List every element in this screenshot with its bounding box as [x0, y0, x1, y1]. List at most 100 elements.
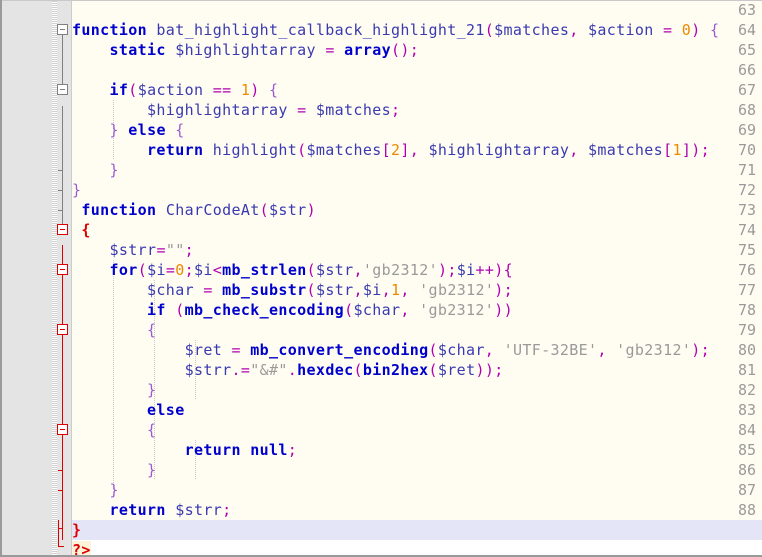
code-line-69[interactable]: } else {	[72, 120, 762, 140]
token-brace: {	[701, 21, 720, 39]
token-keyword: for	[110, 261, 138, 279]
code-line-82[interactable]: }	[72, 380, 762, 400]
token-punctuation: (	[307, 281, 316, 299]
code-line-64[interactable]: function bat_highlight_callback_highligh…	[72, 20, 762, 40]
editor-top-border	[2, 0, 762, 1]
token-punctuation: )	[691, 21, 700, 39]
token-variable: $matches	[307, 141, 382, 159]
fold-toggle-line-79[interactable]	[57, 324, 68, 335]
token-punctuation: (	[485, 21, 494, 39]
fold-line-active	[58, 520, 59, 547]
token-punctuation: =	[297, 101, 306, 119]
token-text	[72, 281, 147, 299]
code-line-74[interactable]: {	[72, 220, 762, 240]
token-punctuation: (	[353, 361, 362, 379]
code-line-66[interactable]	[72, 60, 762, 80]
token-punctuation: ==	[213, 81, 232, 99]
token-punctuation: );	[691, 341, 710, 359]
token-variable: $highlightarray	[419, 141, 569, 159]
token-text	[72, 301, 147, 319]
token-variable: $ret	[185, 341, 232, 359]
token-punctuation: (	[429, 341, 438, 359]
token-punctuation: (	[175, 301, 184, 319]
code-line-65[interactable]: static $highlightarray = array();	[72, 40, 762, 60]
token-brace: }	[110, 161, 119, 179]
code-line-73[interactable]: function CharCodeAt($str)	[72, 200, 762, 220]
token-function: mb_substr	[213, 281, 307, 299]
code-line-89[interactable]: }	[72, 520, 762, 540]
token-punctuation: =	[663, 21, 672, 39]
token-punctuation: ,	[485, 341, 494, 359]
token-variable: $ret	[438, 361, 476, 379]
fold-end-tick	[58, 470, 63, 471]
token-variable: $matches	[307, 101, 391, 119]
code-line-80[interactable]: $ret = mb_convert_encoding($char, 'UTF-3…	[72, 340, 762, 360]
token-brace: }	[147, 461, 156, 479]
code-line-88[interactable]: return $strr;	[72, 500, 762, 520]
token-variable: $highlightarray	[147, 101, 297, 119]
code-line-68[interactable]: $highlightarray = $matches;	[72, 100, 762, 120]
fold-toggle-line-67[interactable]	[57, 84, 68, 95]
fold-toggle-line-84[interactable]	[57, 424, 68, 435]
fold-end-tick	[58, 490, 63, 491]
fold-end-tick	[58, 170, 63, 171]
token-number: 1	[672, 141, 681, 159]
token-keyword: static	[110, 41, 166, 59]
token-variable: $str	[316, 281, 354, 299]
code-line-79[interactable]: {	[72, 320, 762, 340]
token-function: bin2hex	[363, 361, 429, 379]
code-line-83[interactable]: else	[72, 400, 762, 420]
code-line-70[interactable]: return highlight($matches[2], $highlight…	[72, 140, 762, 160]
fold-toggle-line-64[interactable]	[57, 24, 68, 35]
code-line-85[interactable]: return null;	[72, 440, 762, 460]
token-matched-brace: }	[72, 521, 81, 539]
token-variable: $i	[363, 281, 382, 299]
token-punctuation: )	[250, 81, 259, 99]
token-matched-brace: {	[81, 221, 90, 239]
token-keyword: function	[81, 201, 156, 219]
code-line-63[interactable]	[72, 0, 762, 20]
token-text	[72, 401, 147, 419]
token-punctuation: ();	[391, 41, 419, 59]
token-keyword: if	[147, 301, 175, 319]
token-text	[72, 321, 147, 339]
fold-line-segment	[62, 40, 63, 86]
code-line-71[interactable]: }	[72, 160, 762, 180]
line-number-gutter[interactable]	[2, 0, 47, 557]
token-variable: $char	[147, 281, 203, 299]
code-line-87[interactable]: }	[72, 480, 762, 500]
token-text	[72, 41, 110, 59]
token-keyword: else	[147, 401, 185, 419]
token-function: mb_check_encoding	[185, 301, 344, 319]
code-line-81[interactable]: $strr.="&#".hexdec(bin2hex($ret));	[72, 360, 762, 380]
token-punctuation: ,	[569, 141, 578, 159]
code-line-76[interactable]: for($i=0;$i<mb_strlen($str,'gb2312');$i+…	[72, 260, 762, 280]
fold-toggle-line-74[interactable]	[57, 224, 68, 235]
code-line-77[interactable]: $char = mb_substr($str,$i,1, 'gb2312');	[72, 280, 762, 300]
token-punctuation: =	[325, 41, 334, 59]
code-line-86[interactable]: }	[72, 460, 762, 480]
token-punctuation: ))	[494, 301, 513, 319]
code-line-72[interactable]: }	[72, 180, 762, 200]
token-brace: }	[110, 121, 119, 139]
token-text	[72, 141, 147, 159]
token-text	[72, 261, 110, 279]
fold-line-active	[62, 245, 63, 540]
code-line-67[interactable]: if($action == 1) {	[72, 80, 762, 100]
fold-toggle-line-76[interactable]	[57, 264, 68, 275]
token-punctuation: (	[128, 81, 137, 99]
token-punctuation: (	[138, 261, 147, 279]
token-punctuation: ,	[382, 281, 391, 299]
token-brace: {	[147, 321, 156, 339]
token-string: 'gb2312'	[607, 341, 691, 359]
token-punctuation: =	[231, 341, 240, 359]
token-string: ""	[166, 241, 185, 259]
token-text	[72, 461, 147, 479]
token-variable: $i	[194, 261, 213, 279]
token-variable: $matches	[579, 141, 663, 159]
code-editor-pane[interactable]: 63 64 65 66 67 68 69 70 71 72 73 74 75 7…	[0, 0, 762, 557]
token-brace: {	[260, 81, 279, 99]
code-line-78[interactable]: if (mb_check_encoding($char, 'gb2312'))	[72, 300, 762, 320]
code-line-75[interactable]: $strr="";	[72, 240, 762, 260]
code-line-84[interactable]: {	[72, 420, 762, 440]
